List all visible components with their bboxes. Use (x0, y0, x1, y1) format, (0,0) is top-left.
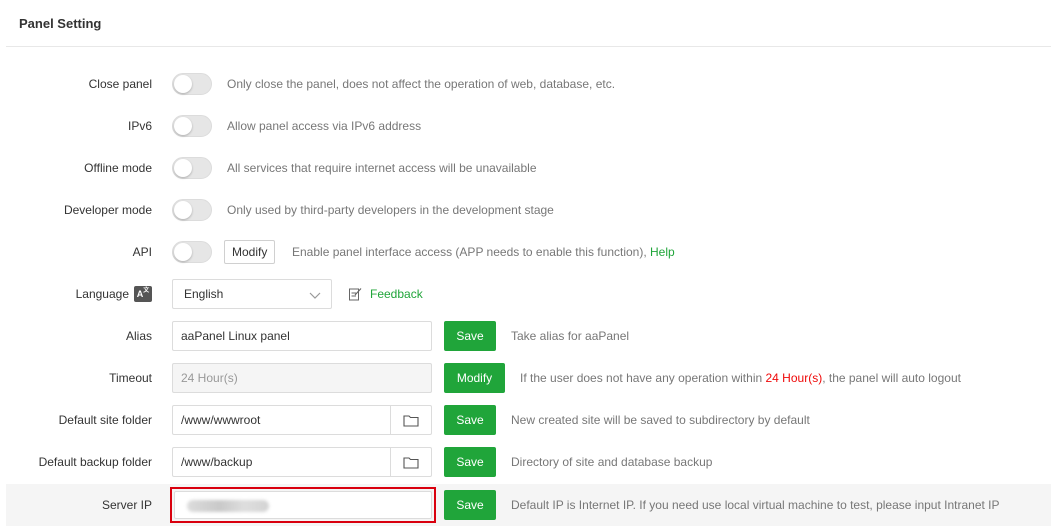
language-label-text: Language (75, 287, 129, 301)
language-selected-value: English (184, 287, 224, 301)
setting-description: Enable panel interface access (APP needs… (292, 232, 675, 272)
setting-row-default-site-folder: Default site folder /www/wwwroot Save Ne… (6, 400, 1051, 440)
backup-folder-input-group: /www/backup (172, 447, 432, 477)
redacted-ip-value (187, 500, 269, 512)
folder-icon (403, 456, 419, 469)
server-ip-input[interactable] (174, 491, 432, 519)
setting-description: If the user does not have any operation … (520, 358, 961, 398)
backup-folder-save-button[interactable]: Save (444, 447, 496, 477)
setting-label: Server IP (101, 498, 152, 512)
toggle-knob (174, 75, 192, 93)
feedback-label: Feedback (370, 287, 423, 301)
setting-row-offline-mode: Offline mode All services that require i… (6, 148, 1051, 188)
setting-label: Developer mode (63, 203, 152, 217)
alias-save-button[interactable]: Save (444, 321, 496, 351)
setting-description: Take alias for aaPanel (511, 329, 630, 343)
offline-mode-toggle[interactable] (172, 157, 212, 179)
setting-description: Only used by third-party developers in t… (227, 203, 554, 217)
setting-row-alias: Alias aaPanel Linux panel Save Take alia… (6, 316, 1051, 356)
setting-description: Directory of site and database backup (511, 455, 713, 469)
setting-row-close-panel: Close panel Only close the panel, does n… (6, 64, 1051, 104)
site-folder-input[interactable]: /www/wwwroot (173, 406, 391, 434)
setting-label: IPv6 (127, 119, 152, 133)
feedback-link[interactable]: Feedback (348, 274, 423, 314)
timeout-desc-highlight: 24 Hour(s) (765, 371, 823, 385)
setting-label: Default backup folder (38, 455, 152, 469)
setting-description: Allow panel access via IPv6 address (227, 119, 422, 133)
setting-row-ipv6: IPv6 Allow panel access via IPv6 address (6, 106, 1051, 146)
site-folder-input-group: /www/wwwroot (172, 405, 432, 435)
setting-row-default-backup-folder: Default backup folder /www/backup Save D… (6, 442, 1051, 482)
setting-description: All services that require internet acces… (227, 161, 537, 175)
timeout-input: 24 Hour(s) (172, 363, 432, 393)
setting-description: New created site will be saved to subdir… (511, 413, 810, 427)
api-desc-text: Enable panel interface access (APP needs… (292, 245, 651, 259)
translate-icon: A文 (134, 286, 152, 302)
api-help-link[interactable]: Help (650, 245, 675, 259)
timeout-modify-button[interactable]: Modify (444, 363, 505, 393)
toggle-knob (174, 159, 192, 177)
setting-label: Close panel (88, 77, 152, 91)
setting-label: Alias (125, 329, 152, 343)
setting-label: Default site folder (58, 413, 152, 427)
setting-description: Only close the panel, does not affect th… (227, 77, 616, 91)
site-folder-save-button[interactable]: Save (444, 405, 496, 435)
site-folder-browse-button[interactable] (390, 406, 431, 434)
timeout-desc-before: If the user does not have any operation … (520, 371, 766, 385)
setting-label: Timeout (109, 371, 152, 385)
panel-header: Panel Setting (6, 0, 1051, 47)
backup-folder-browse-button[interactable] (390, 448, 431, 476)
toggle-knob (174, 243, 192, 261)
setting-row-language: Language A 文 English Feedback (6, 274, 1051, 314)
api-modify-button[interactable]: Modify (224, 240, 276, 264)
server-ip-focus-outline (170, 487, 436, 523)
ipv6-toggle[interactable] (172, 115, 212, 137)
language-select[interactable]: English (172, 279, 332, 309)
setting-row-api: API Modify Enable panel interface access… (6, 232, 1051, 272)
setting-row-developer-mode: Developer mode Only used by third-party … (6, 190, 1051, 230)
api-toggle[interactable] (172, 241, 212, 263)
setting-row-timeout: Timeout 24 Hour(s) Modify If the user do… (6, 358, 1051, 398)
server-ip-save-button[interactable]: Save (444, 490, 496, 520)
developer-mode-toggle[interactable] (172, 199, 212, 221)
timeout-desc-after: , the panel will auto logout (822, 371, 961, 385)
close-panel-toggle[interactable] (172, 73, 212, 95)
toggle-knob (174, 201, 192, 219)
setting-description: Default IP is Internet IP. If you need u… (511, 498, 1000, 512)
page-title: Panel Setting (19, 16, 102, 31)
alias-input[interactable]: aaPanel Linux panel (172, 321, 432, 351)
setting-label: API (132, 245, 152, 259)
edit-note-icon (349, 288, 362, 301)
backup-folder-input[interactable]: /www/backup (173, 448, 391, 476)
folder-icon (403, 414, 419, 427)
chevron-down-icon (309, 289, 321, 303)
toggle-knob (174, 117, 192, 135)
setting-label: Language A 文 (76, 274, 152, 314)
setting-label: Offline mode (84, 161, 152, 175)
setting-row-server-ip: Server IP Save Default IP is Internet IP… (6, 484, 1051, 526)
